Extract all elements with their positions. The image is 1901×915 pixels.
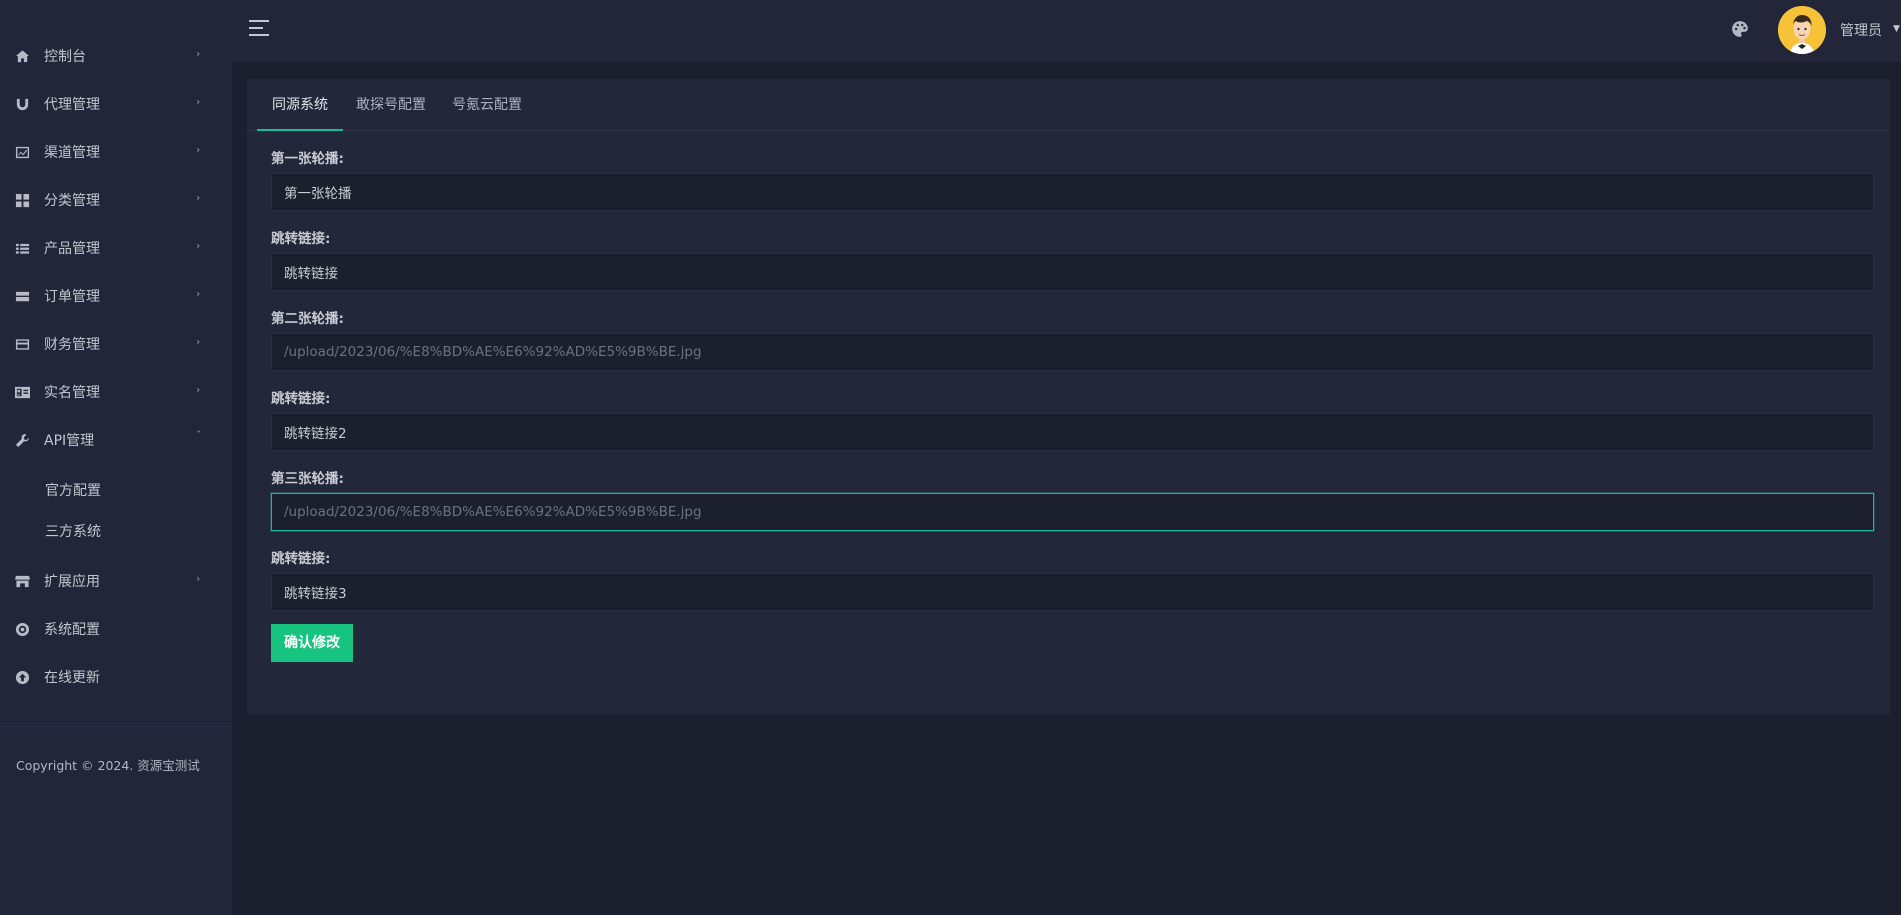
home-icon [14,48,30,64]
app: 控制台 › 代理管理 › 渠道管理 › 分类管理 › 产品管理 › 订单管理 ›… [0,0,1901,915]
tab-gantan-config[interactable]: 敢探号配置 [343,79,439,131]
sidebar-item-label: 实名管理 [44,385,100,401]
link-3-input[interactable] [271,573,1874,611]
field-label: 第一张轮播: [271,151,344,167]
sidebar-item-label: 控制台 [44,49,86,65]
carousel-2-input[interactable] [271,333,1874,371]
field-label: 跳转链接: [271,231,331,247]
avatar[interactable] [1778,6,1826,54]
sidebar-item-orders[interactable]: 订单管理 › [0,272,232,320]
palette-icon[interactable] [1731,20,1749,38]
config-card: 同源系统 敢探号配置 号氪云配置 第一张轮播: 跳转链接: 第二张轮播: [247,79,1890,715]
copyright-text: Copyright © 2024. 资源宝测试 [16,758,200,773]
sidebar: 控制台 › 代理管理 › 渠道管理 › 分类管理 › 产品管理 › 订单管理 ›… [0,0,232,915]
field-label: 跳转链接: [271,391,331,407]
sidebar-item-dashboard[interactable]: 控制台 › [0,32,232,80]
sidebar-item-api[interactable]: API管理 ˇ [0,416,232,464]
sidebar-item-realname[interactable]: 实名管理 › [0,368,232,416]
sidebar-item-label: 财务管理 [44,337,100,353]
field-label: 第二张轮播: [271,311,344,327]
form-group-carousel-1: 第一张轮播: [271,147,1875,211]
chevron-down-icon: ˇ [196,429,202,442]
chevron-right-icon: › [196,143,201,156]
carousel-config-form: 第一张轮播: 跳转链接: 第二张轮播: 跳转链接: 第三张轮播: [271,147,1875,662]
store-icon [14,573,30,589]
sidebar-item-products[interactable]: 产品管理 › [0,224,232,272]
sidebar-nav: 控制台 › 代理管理 › 渠道管理 › 分类管理 › 产品管理 › 订单管理 ›… [0,0,232,701]
menu-toggle-icon[interactable] [249,20,271,38]
sidebar-subitem-official-config[interactable]: 官方配置 [0,469,232,510]
list-icon [14,240,30,256]
carousel-3-input[interactable] [271,493,1874,531]
top-header: 管理员 ▼ [232,0,1901,62]
field-label: 第三张轮播: [271,471,344,487]
id-card-icon [14,384,30,400]
confirm-save-button[interactable]: 确认修改 [271,624,353,662]
chevron-right-icon: › [196,47,201,60]
field-label: 跳转链接: [271,551,331,567]
form-group-link-2: 跳转链接: [271,387,1875,451]
order-icon [14,288,30,304]
sidebar-item-label: API管理 [44,433,95,449]
tab-haokeyun-config[interactable]: 号氪云配置 [439,79,535,131]
chevron-right-icon: › [196,95,201,108]
wrench-icon [14,432,30,448]
sidebar-item-label: 订单管理 [44,289,100,305]
chevron-right-icon: › [196,287,201,300]
chevron-right-icon: › [196,239,201,252]
magnet-icon [14,96,30,112]
sidebar-submenu-api: 官方配置 三方系统 [0,464,232,557]
sidebar-divider [0,726,232,727]
link-2-input[interactable] [271,413,1874,451]
chevron-right-icon: › [196,191,201,204]
card-icon [14,336,30,352]
sidebar-item-label: 扩展应用 [44,574,100,590]
tab-same-source-system[interactable]: 同源系统 [257,79,343,131]
sidebar-item-channels[interactable]: 渠道管理 › [0,128,232,176]
sidebar-item-system-config[interactable]: 系统配置 [0,605,232,653]
grid-icon [14,192,30,208]
sidebar-subitem-third-party[interactable]: 三方系统 [0,510,232,551]
main-content: 同源系统 敢探号配置 号氪云配置 第一张轮播: 跳转链接: 第二张轮播: [232,62,1901,915]
sidebar-item-label: 渠道管理 [44,145,100,161]
upload-icon [14,669,30,685]
sidebar-item-label: 产品管理 [44,241,100,257]
link-1-input[interactable] [271,253,1874,291]
chevron-right-icon: › [196,572,201,585]
sidebar-item-categories[interactable]: 分类管理 › [0,176,232,224]
chart-icon [14,144,30,160]
chevron-right-icon: › [196,335,201,348]
form-group-carousel-2: 第二张轮播: [271,307,1875,371]
sidebar-item-extensions[interactable]: 扩展应用 › [0,557,232,605]
sidebar-item-label: 在线更新 [44,670,100,686]
sidebar-item-agents[interactable]: 代理管理 › [0,80,232,128]
chevron-right-icon: › [196,383,201,396]
form-group-link-1: 跳转链接: [271,227,1875,291]
caret-down-icon[interactable]: ▼ [1893,24,1900,34]
settings-icon [14,621,30,637]
sidebar-item-online-update[interactable]: 在线更新 [0,653,232,701]
form-group-link-3: 跳转链接: [271,547,1875,611]
sidebar-item-label: 系统配置 [44,622,100,638]
tab-bar: 同源系统 敢探号配置 号氪云配置 [247,79,1890,131]
user-name[interactable]: 管理员 [1840,20,1882,40]
carousel-1-input[interactable] [271,173,1874,211]
form-group-carousel-3: 第三张轮播: [271,467,1875,531]
sidebar-item-label: 代理管理 [44,97,100,113]
sidebar-item-label: 分类管理 [44,193,100,209]
sidebar-item-finance[interactable]: 财务管理 › [0,320,232,368]
